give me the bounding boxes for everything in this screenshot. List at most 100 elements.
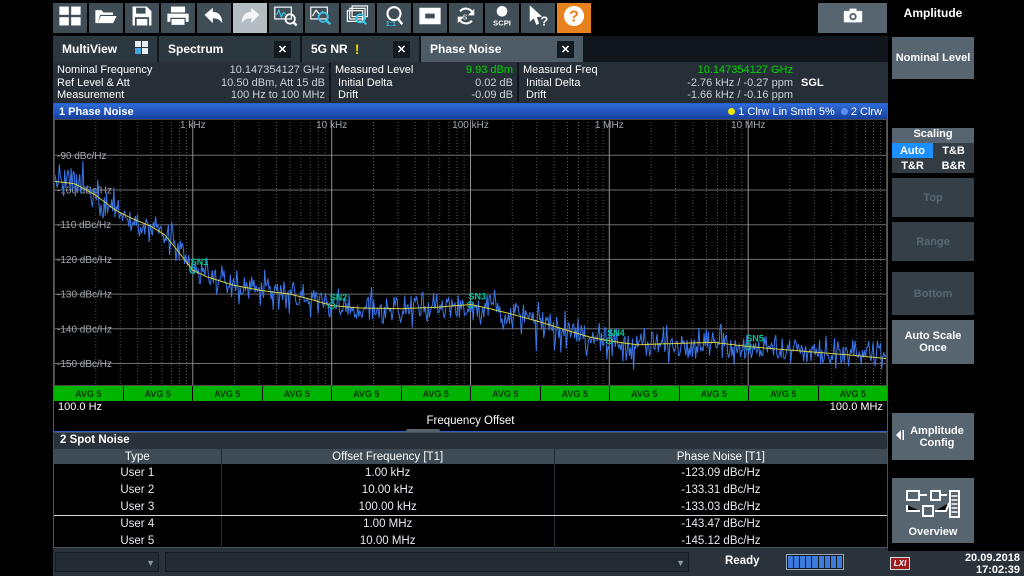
svg-text:?: ?: [569, 8, 579, 25]
spot-noise-row[interactable]: User 510.00 MHz-145.12 dBc/Hz: [54, 532, 887, 549]
open-file-icon: [93, 4, 119, 33]
tab-label: MultiView: [62, 42, 117, 56]
cell: User 3: [54, 498, 221, 515]
zoom-1to1-icon: 1:1: [381, 4, 407, 33]
zoom-area-button[interactable]: [305, 3, 339, 33]
status-message-dropdown[interactable]: ▼: [165, 552, 689, 572]
context-help-icon: ?: [525, 4, 551, 33]
info-value: -0.09 dB: [471, 89, 513, 101]
svg-text:-150 dBc/Hz: -150 dBc/Hz: [57, 359, 112, 370]
window-title[interactable]: 2 Spot Noise: [54, 433, 887, 449]
lxi-status-icon: LXI: [890, 557, 910, 570]
frequency-range-row: 100.0 Hz 100.0 MHz: [54, 401, 887, 415]
tab-phase-noise[interactable]: Phase Noise ✕: [421, 36, 583, 62]
screenshot-button[interactable]: [818, 3, 887, 33]
info-value: 10.147354127 GHz: [698, 64, 793, 76]
windows-logo-button[interactable]: [53, 3, 87, 33]
progress-segment: [812, 556, 817, 568]
zoom-1to1-button[interactable]: 1:1: [377, 3, 411, 33]
start-offset-label: 100.0 Hz: [58, 401, 102, 413]
table-body: User 11.00 kHz-123.09 dBc/HzUser 210.00 …: [54, 464, 887, 549]
stop-offset-label: 100.0 MHz: [830, 401, 883, 413]
spot-noise-row[interactable]: User 210.00 kHz-133.31 dBc/Hz: [54, 481, 887, 498]
undo-button[interactable]: [197, 3, 231, 33]
windows-logo-icon: [57, 4, 83, 33]
close-icon[interactable]: ✕: [557, 41, 574, 58]
info-value: -1.66 kHz / -0.16 ppm: [687, 89, 793, 101]
cell: -133.03 dBc/Hz: [554, 498, 887, 515]
svg-text:SCPI: SCPI: [493, 18, 511, 27]
progress-segment: [837, 556, 842, 568]
sync-button[interactable]: s: [449, 3, 483, 33]
redo-button[interactable]: [233, 3, 267, 33]
tab-5g-nr[interactable]: 5G NR ! ✕: [302, 36, 419, 62]
collapse-arrow-icon: [895, 429, 905, 444]
avg-segment: AVG 5: [124, 386, 193, 401]
chevron-down-icon: ▼: [146, 558, 155, 568]
spot-noise-row[interactable]: User 11.00 kHz-123.09 dBc/Hz: [54, 464, 887, 481]
info-label: Measurement: [57, 89, 124, 101]
legend-entry: 1 Clrw Lin Smth 5%: [728, 106, 835, 118]
progress-segment: [806, 556, 811, 568]
avg-segment: AVG 5: [749, 386, 818, 401]
svg-text:SN1: SN1: [191, 257, 209, 267]
spot-noise-row[interactable]: User 3100.00 kHz-133.03 dBc/Hz: [54, 498, 887, 515]
close-icon[interactable]: ✕: [274, 41, 291, 58]
overview-button[interactable]: Overview: [892, 478, 974, 543]
avg-segment: AVG 5: [193, 386, 262, 401]
scpi-icon: SCPI: [489, 4, 515, 33]
scaling-option-tr[interactable]: T&R: [892, 158, 933, 173]
svg-text:SN5: SN5: [746, 334, 764, 344]
tab-spectrum[interactable]: Spectrum ✕: [159, 36, 300, 62]
svg-text:10 MHz: 10 MHz: [731, 120, 765, 131]
bottom-button[interactable]: Bottom: [892, 272, 974, 315]
scaling-group: Scaling AutoT&BT&RB&R: [892, 128, 974, 173]
date-label: 20.09.2018: [965, 552, 1020, 564]
tab-multiview[interactable]: MultiView: [53, 36, 157, 62]
cell: -143.47 dBc/Hz: [554, 516, 887, 532]
tab-label: Phase Noise: [430, 42, 501, 56]
help-button[interactable]: ?: [557, 3, 591, 33]
print-button[interactable]: [161, 3, 195, 33]
svg-text:1 kHz: 1 kHz: [180, 120, 206, 131]
spot-noise-row[interactable]: User 41.00 MHz-143.47 dBc/Hz: [54, 515, 887, 532]
scpi-button[interactable]: SCPI: [485, 3, 519, 33]
svg-text:SN2: SN2: [330, 293, 348, 303]
column-header-phase-noise: Phase Noise [T1]: [554, 449, 887, 464]
column-header-offset-frequency: Offset Frequency [T1]: [221, 449, 554, 464]
save-button[interactable]: [125, 3, 159, 33]
display-frame-button[interactable]: [413, 3, 447, 33]
help-icon: ?: [561, 4, 587, 33]
range-button[interactable]: Range: [892, 222, 974, 261]
window-title-bar[interactable]: 1 Phase Noise 1 Clrw Lin Smth 5%2 Clrw: [54, 104, 887, 119]
top-button[interactable]: Top: [892, 178, 974, 217]
auto-scale-once-button[interactable]: Auto Scale Once: [892, 320, 974, 364]
close-icon[interactable]: ✕: [393, 41, 410, 58]
open-file-button[interactable]: [89, 3, 123, 33]
svg-text:-90 dBc/Hz: -90 dBc/Hz: [57, 151, 106, 162]
zoom-signal-button[interactable]: [269, 3, 303, 33]
button-label: Amplitude Config: [894, 425, 972, 449]
scaling-option-br[interactable]: B&R: [933, 158, 974, 173]
chevron-down-icon: ▼: [676, 558, 685, 568]
cell: 10.00 MHz: [221, 532, 554, 549]
nominal-level-button[interactable]: Nominal Level: [892, 37, 974, 79]
zoom-multi-button[interactable]: [341, 3, 375, 33]
svg-text:100 kHz: 100 kHz: [452, 120, 489, 131]
info-label: Initial Delta: [523, 77, 580, 89]
column-header-type: Type: [54, 449, 221, 464]
scaling-option-auto[interactable]: Auto: [892, 143, 933, 158]
cell: User 1: [54, 464, 221, 481]
info-col-frequency: Nominal Frequency10.147354127 GHz Ref Le…: [53, 63, 331, 102]
scaling-option-tb[interactable]: T&B: [933, 143, 974, 158]
cell: 1.00 kHz: [221, 464, 554, 481]
info-value: 0.02 dB: [475, 77, 513, 89]
info-label: Ref Level & Att: [57, 77, 130, 89]
info-value: 10.147354127 GHz: [230, 64, 325, 76]
context-help-button[interactable]: ?: [521, 3, 555, 33]
status-dropdown-left[interactable]: ▼: [55, 552, 159, 572]
time-label: 17:02:39: [965, 564, 1020, 576]
info-label: Measured Freq: [523, 64, 598, 76]
amplitude-config-button[interactable]: Amplitude Config: [892, 413, 974, 460]
info-value: 9.93 dBm: [466, 64, 513, 76]
